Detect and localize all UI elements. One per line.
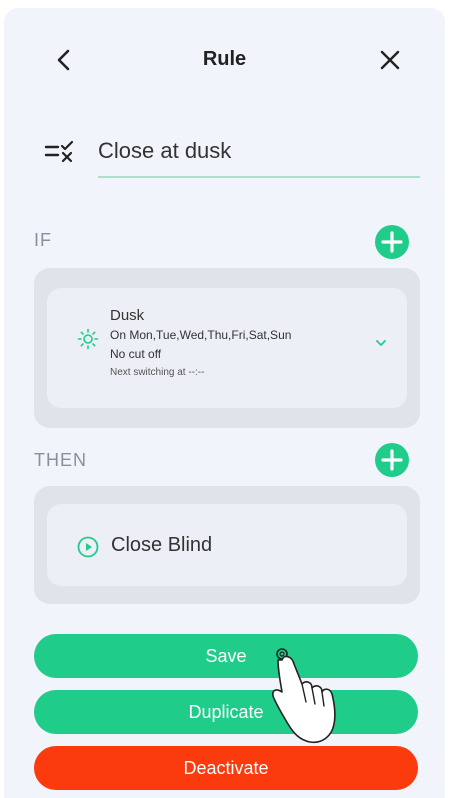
- action-card[interactable]: Close Blind: [47, 504, 407, 586]
- condition-next-switching: Next switching at --:--: [110, 367, 205, 378]
- if-section-label: IF: [34, 230, 52, 250]
- duplicate-button[interactable]: Duplicate: [34, 690, 418, 734]
- close-button[interactable]: [376, 46, 404, 74]
- condition-days: On Mon,Tue,Wed,Thu,Fri,Sat,Sun: [110, 328, 292, 342]
- condition-text: Dusk On Mon,Tue,Wed,Thu,Fri,Sat,Sun No c…: [110, 306, 291, 381]
- save-button[interactable]: Save: [34, 634, 418, 678]
- checklist-icon: [44, 140, 74, 163]
- action-label: Close Blind: [111, 534, 213, 556]
- add-icon: [375, 225, 409, 259]
- rule-name-row: [44, 132, 420, 182]
- rule-screen: Rule IF: [4, 8, 445, 798]
- condition-card[interactable]: Dusk On Mon,Tue,Wed,Thu,Fri,Sat,Sun No c…: [47, 288, 407, 408]
- rule-name-input[interactable]: [98, 132, 420, 178]
- condition-cutoff: No cut off: [110, 347, 162, 361]
- then-section-label: THEN: [34, 450, 87, 470]
- if-section-card: Dusk On Mon,Tue,Wed,Thu,Fri,Sat,Sun No c…: [34, 268, 420, 428]
- condition-title: Dusk: [110, 307, 145, 324]
- add-icon: [375, 443, 409, 477]
- sun-icon: [77, 328, 99, 350]
- header: Rule: [4, 8, 445, 112]
- play-icon: [77, 536, 99, 558]
- chevron-down-icon[interactable]: [375, 338, 387, 348]
- add-condition-button[interactable]: [374, 224, 410, 260]
- close-icon: [380, 50, 400, 70]
- then-section-card: Close Blind: [34, 486, 420, 604]
- add-action-button[interactable]: [374, 442, 410, 478]
- deactivate-button[interactable]: Deactivate: [34, 746, 418, 790]
